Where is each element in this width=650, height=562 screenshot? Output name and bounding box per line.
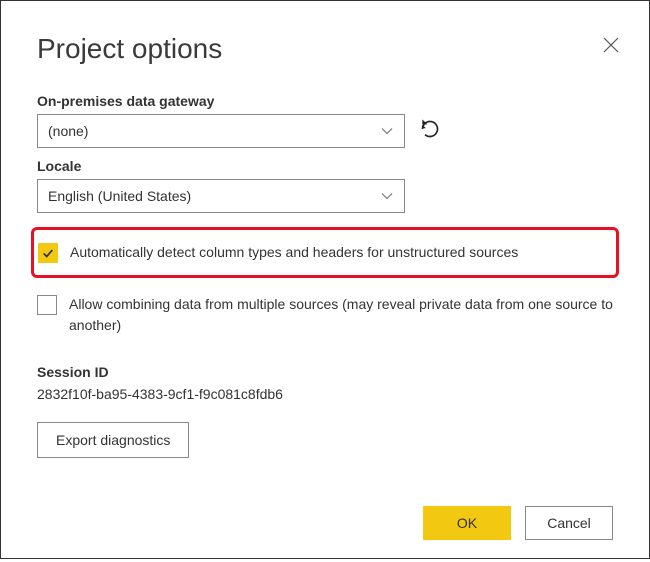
refresh-icon (420, 119, 440, 144)
auto-detect-checkbox[interactable] (38, 243, 58, 263)
gateway-selected-value: (none) (48, 123, 380, 139)
gateway-label: On-premises data gateway (37, 93, 613, 109)
close-icon (603, 37, 619, 58)
export-diagnostics-button[interactable]: Export diagnostics (37, 422, 189, 458)
locale-select[interactable]: English (United States) (37, 179, 405, 213)
highlighted-option: Automatically detect column types and he… (31, 227, 619, 278)
project-options-dialog: Project options On-premises data gateway… (11, 33, 639, 562)
session-id-label: Session ID (37, 364, 613, 380)
close-button[interactable] (597, 33, 625, 61)
refresh-button[interactable] (419, 120, 441, 142)
dialog-footer: OK Cancel (423, 506, 613, 540)
allow-combine-checkbox[interactable] (37, 295, 57, 315)
gateway-select[interactable]: (none) (37, 114, 405, 148)
auto-detect-label: Automatically detect column types and he… (70, 242, 518, 263)
dialog-title: Project options (37, 33, 613, 65)
ok-button[interactable]: OK (423, 506, 511, 540)
cancel-button[interactable]: Cancel (525, 506, 613, 540)
session-id-value: 2832f10f-ba95-4383-9cf1-f9c081c8fdb6 (37, 386, 613, 402)
chevron-down-icon (380, 189, 394, 203)
allow-combine-label: Allow combining data from multiple sourc… (69, 294, 613, 336)
locale-label: Locale (37, 158, 613, 174)
chevron-down-icon (380, 124, 394, 138)
locale-selected-value: English (United States) (48, 188, 380, 204)
